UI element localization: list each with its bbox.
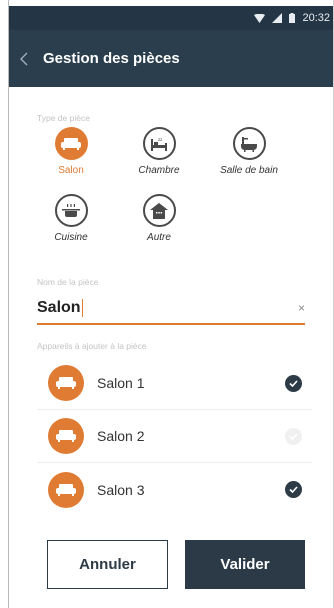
svg-text:zz: zz <box>158 137 162 142</box>
status-bar: 20:32 <box>9 6 334 30</box>
device-name: Salon 1 <box>97 375 145 391</box>
room-type-salle-de-bain[interactable]: Salle de bain <box>208 127 290 176</box>
device-row-salon-1[interactable]: Salon 1 <box>37 357 312 410</box>
battery-icon <box>289 13 296 23</box>
cooking-pot-icon <box>54 194 88 227</box>
room-name-field: × <box>37 295 305 325</box>
app-bar: Gestion des pièces <box>9 30 334 87</box>
device-name: Salon 3 <box>97 481 145 498</box>
device-row-salon-2[interactable]: Salon 2 <box>37 410 312 463</box>
room-type-label-cuisine: Cuisine <box>54 232 88 243</box>
room-type-label-salon: Salon <box>58 165 84 176</box>
page-title: Gestion des pièces <box>43 50 180 67</box>
sofa-icon <box>48 365 84 401</box>
room-name-input[interactable] <box>37 295 277 321</box>
clear-icon[interactable]: × <box>298 301 305 315</box>
bed-icon: zz <box>142 127 176 160</box>
room-type-label-chambre: Chambre <box>138 165 180 176</box>
bathtub-icon <box>232 127 266 160</box>
device-list: Salon 1 Salon 2 Salon 3 <box>37 357 312 516</box>
house-icon <box>142 194 176 227</box>
room-name-label: Nom de la pièce <box>37 277 99 287</box>
back-button[interactable] <box>9 30 39 87</box>
confirm-button[interactable]: Valider <box>185 540 305 589</box>
status-time: 20:32 <box>302 12 330 24</box>
sofa-icon <box>54 127 88 160</box>
room-type-label: Type de pièce <box>37 113 90 123</box>
signal-icon <box>272 13 283 23</box>
checkmark-icon[interactable] <box>285 374 302 392</box>
wifi-icon <box>254 13 266 23</box>
device-name: Salon 2 <box>97 428 145 444</box>
text-cursor <box>82 299 83 317</box>
room-type-label-autre: Autre <box>147 232 171 243</box>
room-type-cuisine[interactable]: Cuisine <box>30 194 112 243</box>
chevron-left-icon <box>20 52 28 65</box>
room-type-label-salle-de-bain: Salle de bain <box>220 165 278 176</box>
checkmark-icon[interactable] <box>285 427 302 445</box>
sofa-icon <box>48 418 84 454</box>
cancel-button[interactable]: Annuler <box>47 540 168 589</box>
checkmark-icon[interactable] <box>285 481 302 498</box>
devices-label: Appareils à ajouter à la pièce <box>37 341 147 351</box>
room-type-picker: Salon zz Chambre Salle de bain Cuisine A… <box>30 127 310 252</box>
room-type-chambre[interactable]: zz Chambre <box>118 127 200 176</box>
room-type-autre[interactable]: Autre <box>118 194 200 243</box>
device-row-salon-3[interactable]: Salon 3 <box>37 463 312 516</box>
sofa-icon <box>48 471 84 508</box>
room-type-salon[interactable]: Salon <box>30 127 112 176</box>
